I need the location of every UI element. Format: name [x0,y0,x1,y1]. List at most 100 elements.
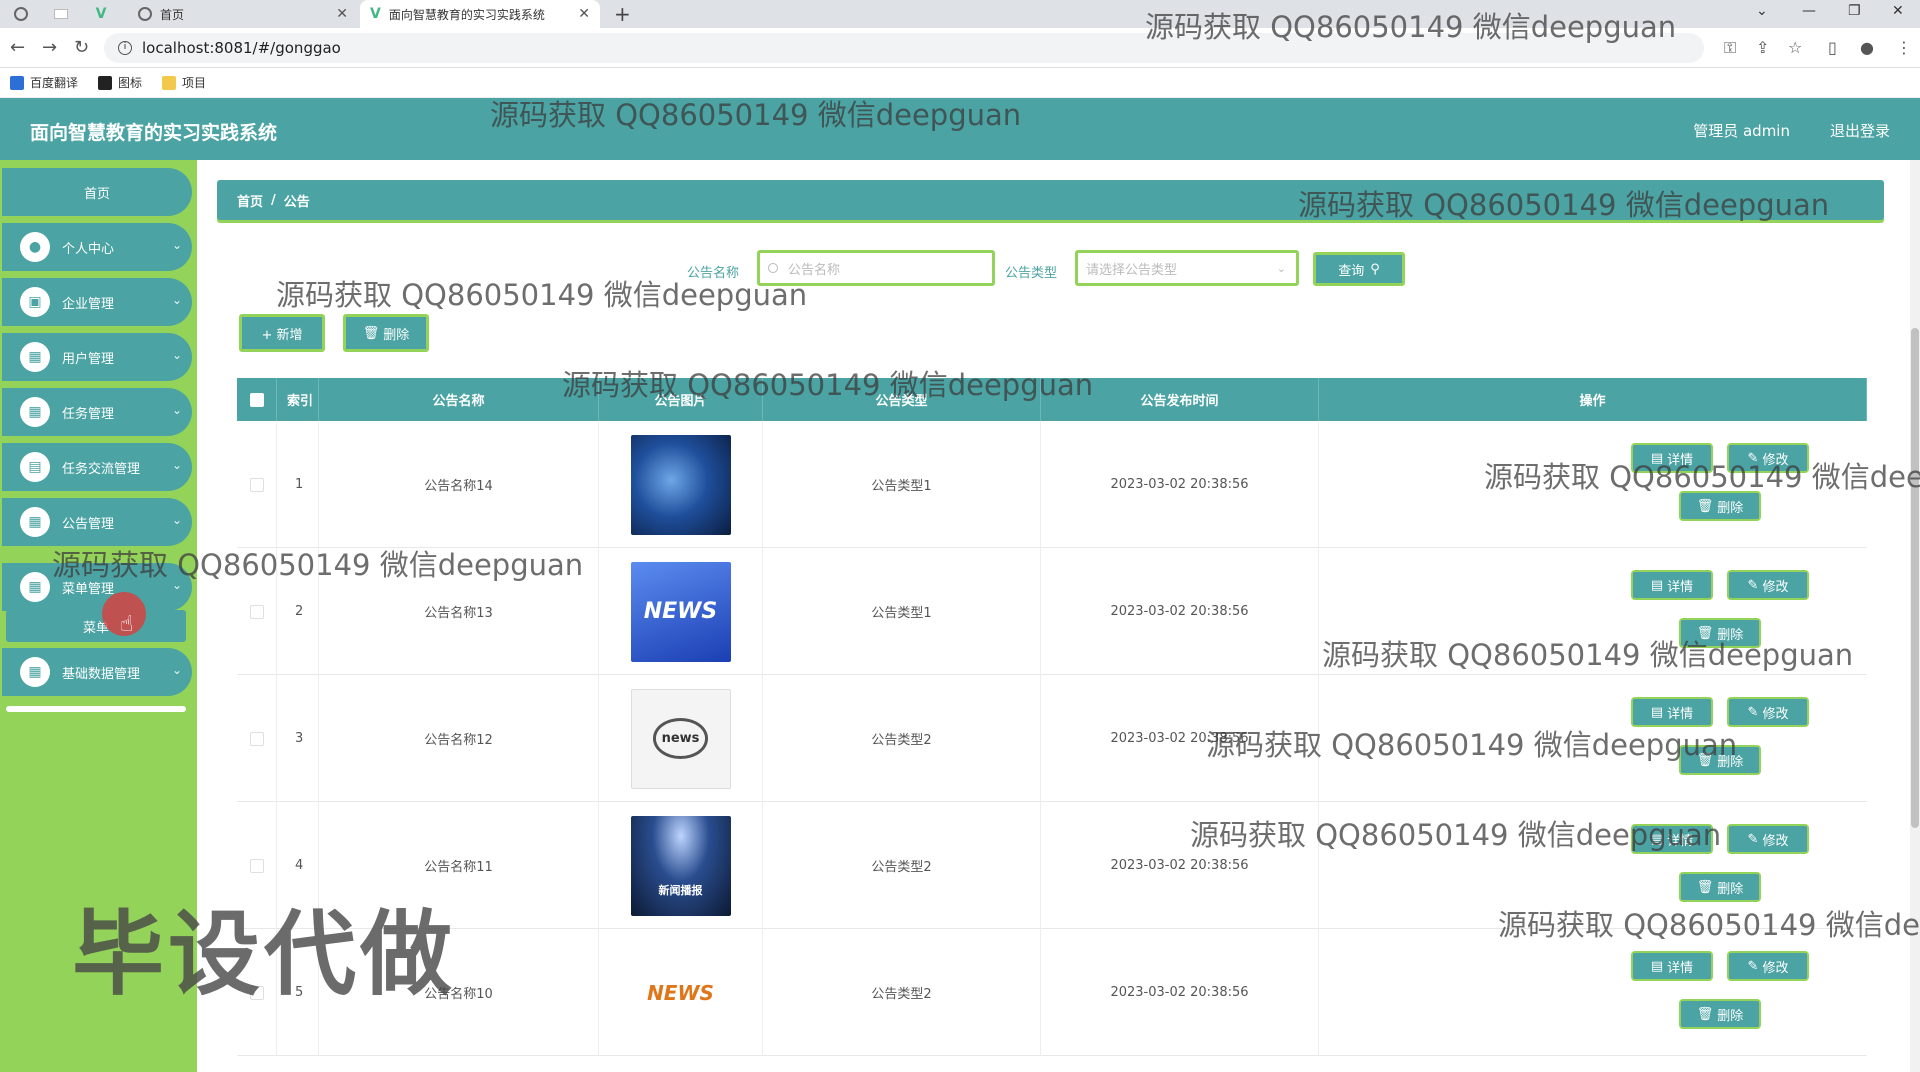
share-icon[interactable]: ⇪ [1756,38,1769,57]
pinned-tab[interactable] [44,0,78,28]
sidebar-item-task-chat[interactable]: ▤ 任务交流管理 ⌄ [2,443,192,491]
breadcrumb: 首页 / 公告 [217,180,1884,220]
notice-type-placeholder: 请选择公告类型 [1086,262,1178,278]
detail-button[interactable]: ▤ 详情 [1631,570,1713,600]
delete-button[interactable]: 🗑 删除 [1679,491,1761,521]
close-icon[interactable]: ✕ [336,6,348,22]
row-checkbox-cell[interactable] [237,929,277,1056]
close-icon[interactable]: ✕ [578,6,590,22]
detail-button[interactable]: ▤ 详情 [1631,443,1713,473]
row-index: 3 [277,675,319,802]
table-row: 3 公告名称12 news 公告类型2 2023-03-02 20:38:56 … [237,675,1867,802]
browser-tab-home[interactable]: 首页 ✕ [128,0,358,28]
trash-icon: 🗑 [1696,1006,1714,1022]
notice-type-select[interactable]: 请选择公告类型 ⌄ [1075,250,1299,286]
add-button[interactable]: + 新增 [239,314,325,352]
user-icon: ● [20,232,50,262]
new-tab-icon[interactable]: + [614,2,631,26]
edit-button[interactable]: ✎ 修改 [1727,697,1809,727]
building-icon: ▣ [20,287,50,317]
menu-icon[interactable]: ⋮ [1896,38,1912,57]
grid-icon: ▦ [20,507,50,537]
row-checkbox[interactable] [249,985,264,1000]
row-checkbox-cell[interactable] [237,548,277,675]
url-field[interactable]: i localhost:8081/#/gonggao [104,33,1704,63]
sidebar-item-users[interactable]: ▦ 用户管理 ⌄ [2,333,192,381]
chevron-down-icon[interactable]: ⌄ [1756,3,1768,19]
row-type: 公告类型1 [763,548,1041,675]
sidebar-item-menus[interactable]: ▦ 菜单管理 ⌄ [2,563,192,611]
row-checkbox-cell[interactable] [237,421,277,548]
select-all-checkbox-cell[interactable] [237,378,277,421]
edit-button[interactable]: ✎ 修改 [1727,570,1809,600]
delete-button[interactable]: 🗑 删除 [1679,872,1761,902]
reload-icon[interactable]: ↻ [74,37,89,58]
tab-title: 面向智慧教育的实习实践系统 [388,7,545,22]
main-content: 首页 / 公告 公告名称 公告名称 公告类型 请选择公告类型 ⌄ 查询 ⚲ + … [197,160,1920,1072]
profile-icon[interactable]: ● [1860,38,1874,57]
row-image-cell: news [599,675,763,802]
logout-link[interactable]: 退出登录 [1830,120,1890,141]
sidebar-item-notices[interactable]: ▦ 公告管理 ⌄ [2,498,192,546]
scrollbar[interactable] [1910,160,1920,1072]
detail-button[interactable]: ▤ 详情 [1631,951,1713,981]
delete-button[interactable]: 🗑 删除 [1679,999,1761,1029]
row-actions: ▤ 详情 ✎ 修改 🗑 删除 [1567,929,1867,1056]
sidebar-item-label: 用户管理 [62,351,115,367]
sidebar-item-profile[interactable]: ● 个人中心 ⌄ [2,223,192,271]
close-window-icon[interactable]: ✕ [1892,3,1904,19]
batch-delete-button[interactable]: 🗑 删除 [343,314,429,352]
row-checkbox[interactable] [249,477,264,492]
grid-icon: ▦ [20,572,50,602]
sidebar-item-base-data[interactable]: ▦ 基础数据管理 ⌄ [2,648,192,696]
back-icon[interactable]: ← [10,37,25,58]
delete-button[interactable]: 🗑 删除 [1679,745,1761,775]
delete-button[interactable]: 🗑 删除 [1679,618,1761,648]
sidebar-item-tasks[interactable]: ▦ 任务管理 ⌄ [2,388,192,436]
edit-button[interactable]: ✎ 修改 [1727,443,1809,473]
document-icon: ▤ [1650,450,1664,466]
info-icon[interactable]: i [118,41,132,55]
bookmark-item[interactable]: 图标 [98,74,142,91]
query-button[interactable]: 查询 ⚲ [1313,252,1405,286]
notice-table: 索引 公告名称 公告图片 公告类型 公告发布时间 操作 1 公告名称14 公告类… [237,378,1867,1056]
sidebar-item-home[interactable]: 首页 [2,168,192,216]
bookmark-item[interactable]: 项目 [162,74,206,91]
chevron-down-icon: ⌄ [171,578,182,592]
pinned-tab[interactable]: V [84,0,118,28]
trash-icon: 🗑 [1696,625,1714,641]
sidebar-item-label: 个人中心 [62,241,115,257]
row-checkbox-cell[interactable] [237,802,277,929]
sidepanel-icon[interactable]: ▯ [1828,38,1837,57]
scrollbar-thumb[interactable] [1911,328,1919,828]
notice-type-label: 公告类型 [1005,266,1058,281]
sidebar-subitem-menu[interactable]: 菜单 [6,610,186,642]
row-checkbox[interactable] [249,731,264,746]
forward-icon[interactable]: → [42,37,57,58]
row-type: 公告类型2 [763,929,1041,1056]
key-icon[interactable]: ⚿ [1724,38,1736,58]
row-checkbox[interactable] [249,858,264,873]
bookmark-item[interactable]: 百度翻译 [10,74,78,91]
sidebar-item-company[interactable]: ▣ 企业管理 ⌄ [2,278,192,326]
pinned-tab[interactable] [4,0,38,28]
browser-tab-active[interactable]: V 面向智慧教育的实习实践系统 ✕ [360,0,600,28]
address-bar: ← → ↻ i localhost:8081/#/gonggao ⚿ ⇪ ☆ ▯… [0,28,1920,68]
star-icon[interactable]: ☆ [1788,38,1802,57]
select-all-checkbox[interactable] [249,392,264,407]
edit-button[interactable]: ✎ 修改 [1727,824,1809,854]
breadcrumb-home[interactable]: 首页 [237,191,263,210]
row-checkbox-cell[interactable] [237,675,277,802]
row-index: 4 [277,802,319,929]
detail-button[interactable]: ▤ 详情 [1631,697,1713,727]
table-row: 2 公告名称13 NEWS 公告类型1 2023-03-02 20:38:56 … [237,548,1867,675]
sidebar-item-label: 公告管理 [62,516,115,532]
restore-icon[interactable]: ❐ [1848,3,1861,19]
vue-icon: V [95,6,107,22]
row-checkbox[interactable] [249,604,264,619]
edit-button[interactable]: ✎ 修改 [1727,951,1809,981]
notice-name-input[interactable]: 公告名称 [757,250,995,286]
row-image-cell: 新闻播报 [599,802,763,929]
minimize-icon[interactable]: — [1802,3,1816,19]
detail-button[interactable]: ▤ 详情 [1631,824,1713,854]
